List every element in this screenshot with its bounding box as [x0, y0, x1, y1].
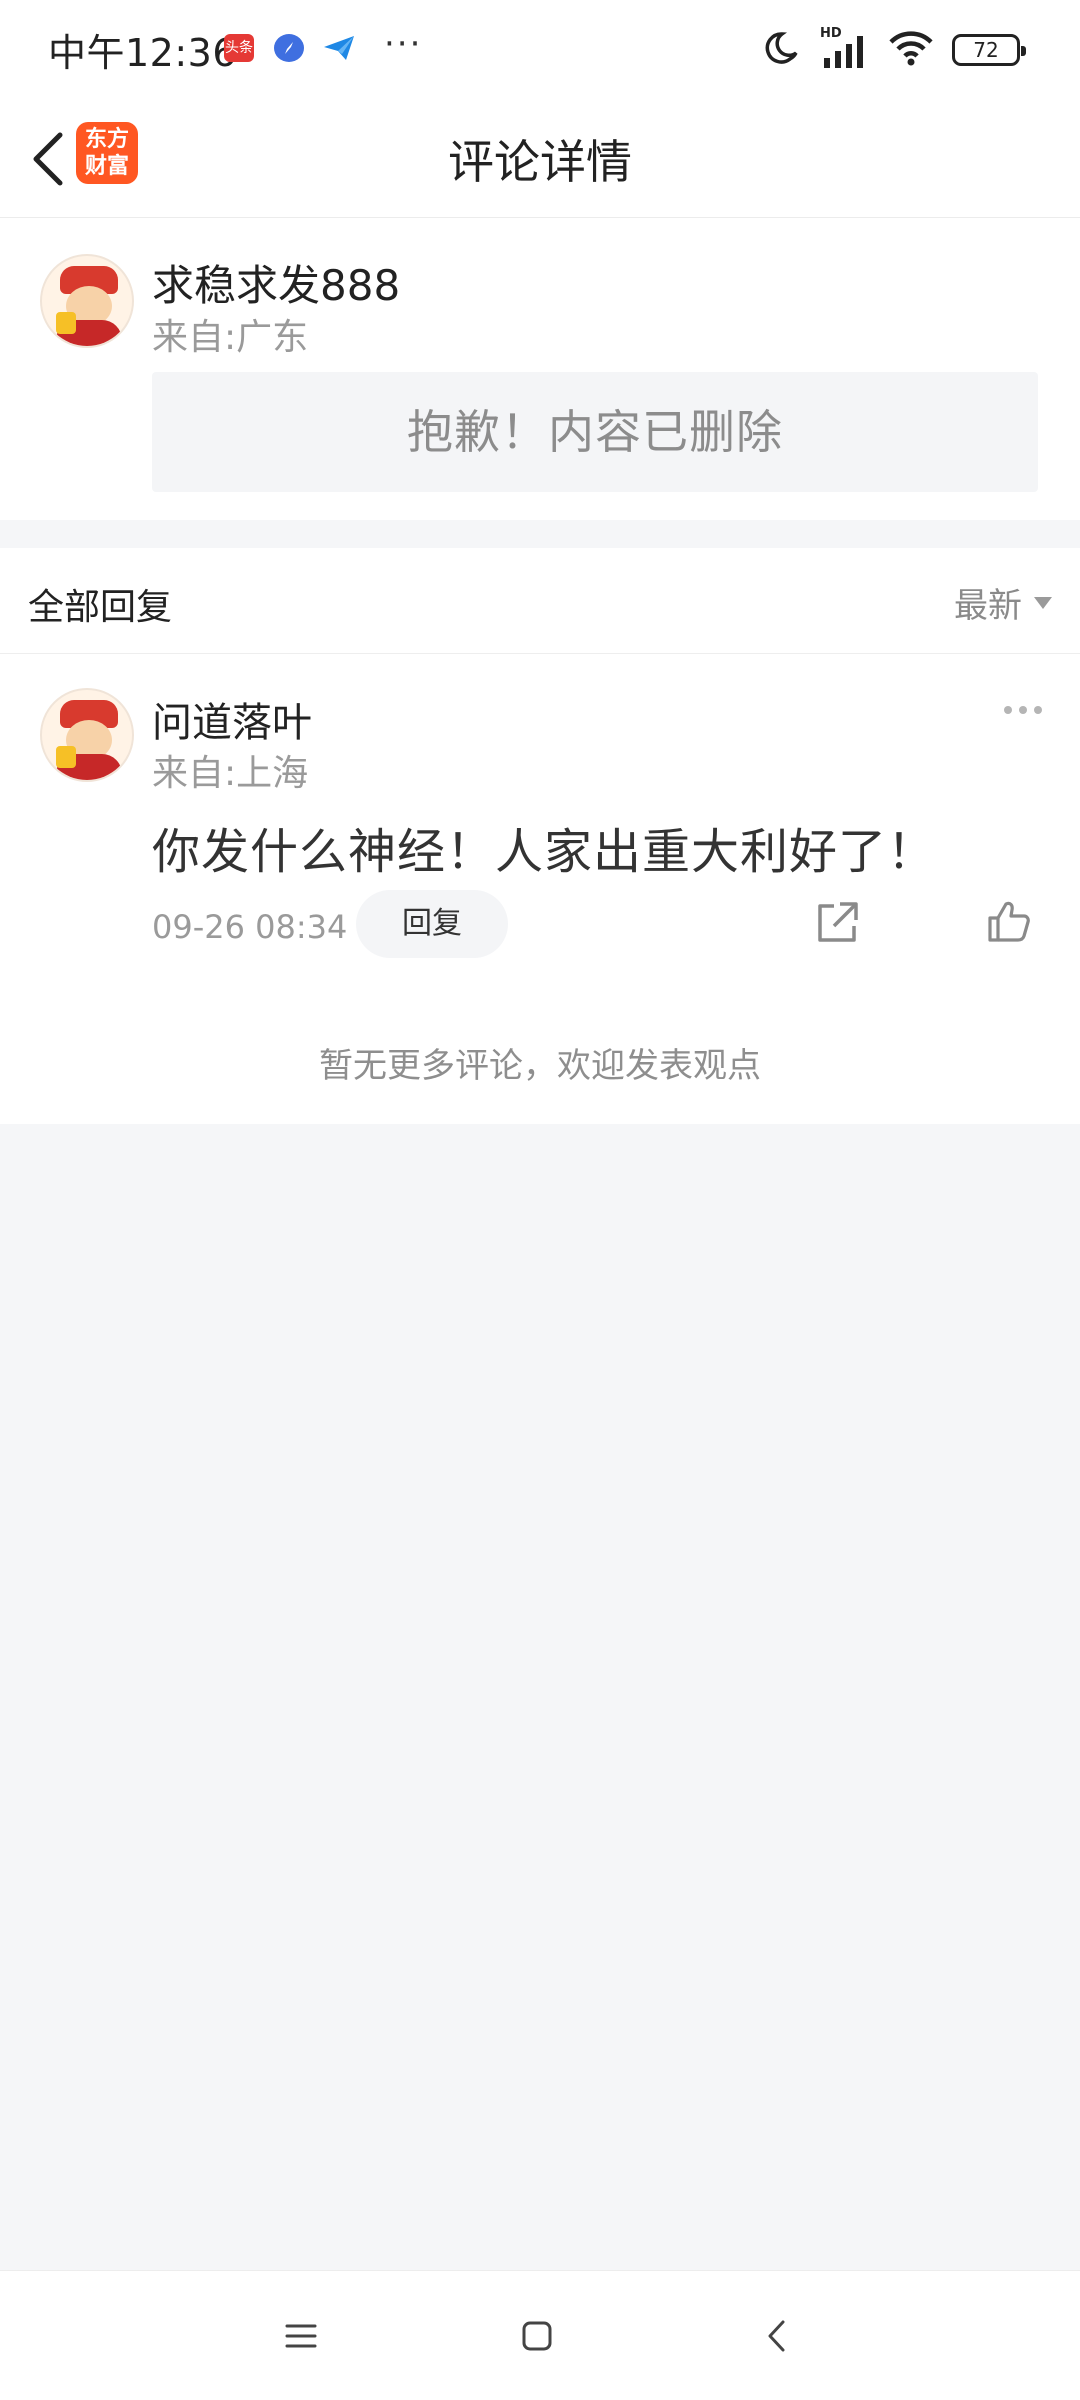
- menu-icon: [285, 2324, 317, 2348]
- more-notifications-indicator: ···: [384, 24, 423, 64]
- toutiao-app-icon: 头条: [224, 34, 254, 62]
- status-time: 中午12:36: [48, 31, 238, 75]
- home-button[interactable]: [512, 2311, 562, 2361]
- reply-author-name[interactable]: 问道落叶: [152, 690, 312, 748]
- home-square-icon: [522, 2321, 552, 2351]
- chevron-left-icon: [768, 2320, 785, 2352]
- battery-indicator: 72: [952, 34, 1026, 66]
- reply-button[interactable]: 回复: [356, 890, 508, 958]
- reply-timestamp: 09-26 08:34: [152, 908, 348, 946]
- reply-author-location: 来自:上海: [152, 753, 309, 794]
- menu-button[interactable]: [276, 2311, 326, 2361]
- compass-app-icon: [274, 34, 304, 62]
- no-more-comments-text: 暂无更多评论，欢迎发表观点: [319, 1046, 761, 1086]
- more-options-button[interactable]: [1004, 706, 1042, 714]
- sort-dropdown[interactable]: 最新: [954, 578, 1052, 627]
- paper-plane-app-icon: [322, 34, 356, 62]
- thumbs-up-icon[interactable]: [986, 898, 1032, 944]
- reply-list: 问道落叶 来自:上海 你发什么神经！人家出重大利好了！ 09-26 08:34 …: [0, 654, 1080, 1124]
- moon-icon: [764, 29, 802, 71]
- reply-content: 你发什么神经！人家出重大利好了！: [152, 824, 937, 880]
- signal-icon: HD: [820, 26, 870, 70]
- replies-section-title: 全部回复: [28, 587, 173, 628]
- caret-down-icon: [1034, 596, 1052, 609]
- avatar[interactable]: [40, 688, 134, 782]
- more-dots-icon: [1004, 706, 1012, 714]
- top-navigation-bar: 东方财富 评论详情: [0, 100, 1080, 218]
- deleted-content-notice: 抱歉！内容已删除: [152, 372, 1038, 492]
- comment-author-name[interactable]: 求稳求发888: [152, 252, 400, 313]
- share-icon[interactable]: [814, 900, 860, 946]
- status-bar: 中午12:36 头条 ··· HD 72: [0, 0, 1080, 100]
- comment-author-location: 来自:广东: [152, 317, 309, 358]
- system-back-button[interactable]: [752, 2311, 802, 2361]
- replies-header: 全部回复 最新: [0, 548, 1080, 654]
- main-comment: 求稳求发888 来自:广东 抱歉！内容已删除: [0, 218, 1080, 520]
- system-navigation-bar: [0, 2270, 1080, 2400]
- avatar[interactable]: [40, 254, 134, 348]
- page-title: 评论详情: [448, 135, 632, 189]
- wifi-icon: [888, 29, 934, 71]
- sort-label: 最新: [954, 586, 1022, 626]
